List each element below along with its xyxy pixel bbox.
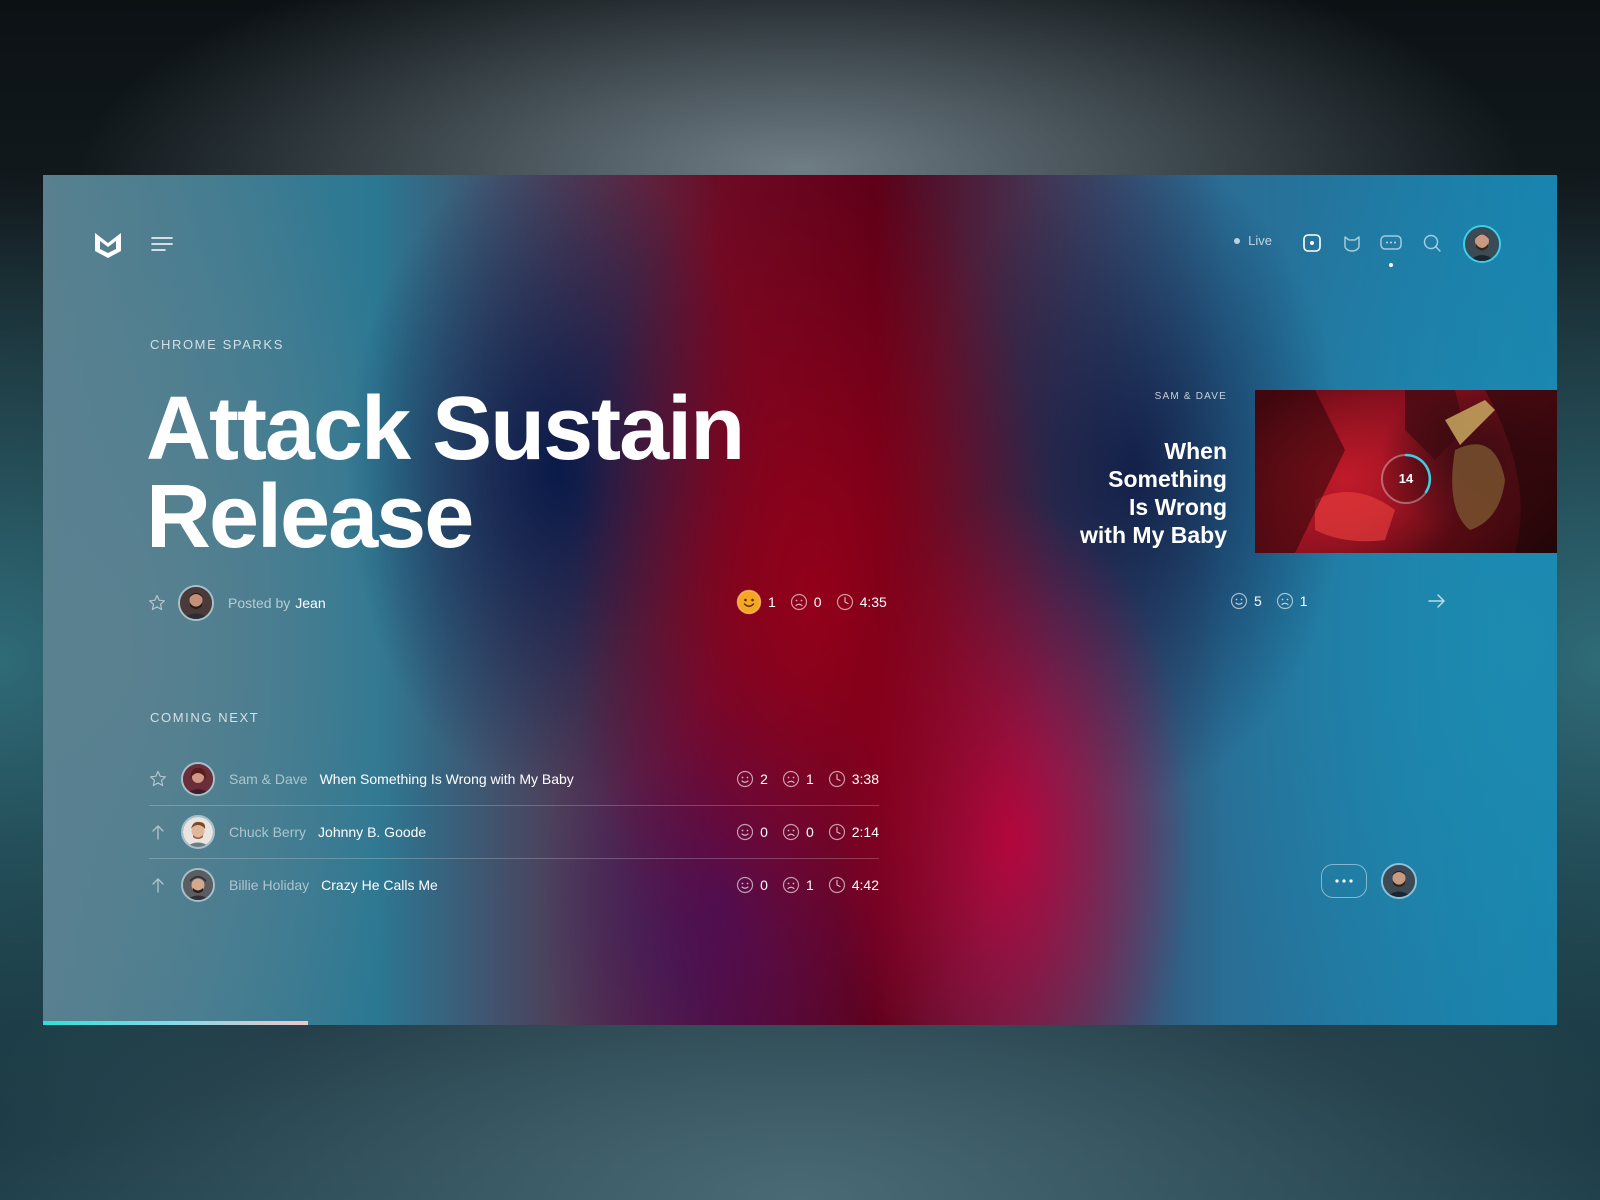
now-playing-artist: CHROME SPARKS [150,337,284,352]
now-playing-stats: 1 0 4:35 [736,589,887,615]
title-line-1: Attack Sustain [146,379,745,479]
listener-avatar[interactable] [1381,863,1417,899]
queue-duration: 4:42 [851,877,879,893]
like-count: 1 [768,594,776,610]
up-next-title-line-2: Something [1108,466,1227,492]
queue-artist: Chuck Berry [229,824,307,840]
smile-icon[interactable] [736,770,754,788]
frown-icon[interactable] [782,876,800,894]
frown-icon[interactable] [782,770,800,788]
smile-icon[interactable] [1230,592,1248,610]
clock-icon [828,876,846,894]
up-next-title-line-4: with My Baby [1080,522,1227,548]
app-window: Live CHROME SPARKS Attack Sustain Releas… [43,175,1557,1025]
queue-song: Crazy He Calls Me [321,877,438,893]
clock-icon [828,823,846,841]
countdown-value: 14 [1398,471,1414,486]
ellipsis-icon [1333,878,1355,884]
up-next-artist: SAM & DAVE [1154,391,1227,402]
queue-avatar[interactable] [181,868,215,902]
live-indicator[interactable]: Live [1234,233,1272,248]
frown-icon[interactable] [790,593,808,611]
queue-duration: 2:14 [851,824,879,840]
queue-like-count: 2 [760,771,768,787]
smile-icon[interactable] [736,823,754,841]
title-line-2: Release [146,467,474,567]
chat-icon[interactable] [1380,232,1402,254]
queue-song: Johnny B. Goode [318,824,427,840]
queue-item[interactable]: Chuck Berry Johnny B. Goode 0 0 2:14 [149,805,879,858]
page-title: Attack Sustain Release [146,379,745,567]
active-nav-dot [1389,263,1393,267]
star-icon[interactable] [149,770,167,788]
user-avatar[interactable] [1463,225,1501,263]
duration: 4:35 [859,594,887,610]
more-options-button[interactable] [1321,864,1367,898]
queue-like-count: 0 [760,877,768,893]
posted-by-label: Posted by [228,595,291,611]
cat-icon[interactable] [1341,232,1363,254]
dislike-count: 0 [813,594,822,610]
queue-duration: 3:38 [851,771,879,787]
star-icon[interactable] [148,594,166,612]
playback-progress-fill [43,1021,308,1025]
live-dot-icon [1234,237,1241,244]
up-next-title[interactable]: When Something Is Wrong with My Baby [1027,437,1227,549]
up-next-title-line-1: When [1164,438,1227,464]
posted-by-name[interactable]: Jean [295,595,325,611]
queue-song: When Something Is Wrong with My Baby [319,771,574,787]
queue-heading: COMING NEXT [150,710,260,725]
smile-active-icon[interactable] [736,589,762,615]
logo-icon[interactable] [91,227,125,261]
frown-icon[interactable] [1276,592,1294,610]
clock-icon [836,593,854,611]
queue-like-count: 0 [760,824,768,840]
queue-item[interactable]: Sam & Dave When Something Is Wrong with … [149,753,879,805]
queue-artist: Sam & Dave [229,771,308,787]
queue-list: Sam & Dave When Something Is Wrong with … [149,753,879,911]
now-playing-icon[interactable] [1301,232,1323,254]
queue-artist: Billie Holiday [229,877,310,893]
upvote-arrow-icon[interactable] [149,876,167,894]
upvote-arrow-icon[interactable] [149,823,167,841]
arrow-right-icon[interactable] [1427,592,1447,610]
queue-avatar[interactable] [181,762,215,796]
clock-icon [828,770,846,788]
search-icon[interactable] [1421,232,1443,254]
countdown-ring: 14 [1379,452,1433,506]
queue-dislike-count: 1 [805,771,814,787]
smile-icon[interactable] [736,876,754,894]
queue-dislike-count: 1 [805,877,814,893]
queue-item[interactable]: Billie Holiday Crazy He Calls Me 0 1 4:4… [149,858,879,911]
now-playing-meta: Posted by Jean [148,585,326,621]
live-label: Live [1248,233,1272,248]
up-next-dislike-count: 1 [1299,593,1308,609]
queue-avatar[interactable] [181,815,215,849]
menu-icon[interactable] [151,235,173,253]
up-next-stats: 5 1 [1230,592,1308,610]
queue-dislike-count: 0 [805,824,814,840]
up-next-title-line-3: Is Wrong [1129,494,1227,520]
frown-icon[interactable] [782,823,800,841]
poster-avatar[interactable] [178,585,214,621]
up-next-like-count: 5 [1254,593,1262,609]
